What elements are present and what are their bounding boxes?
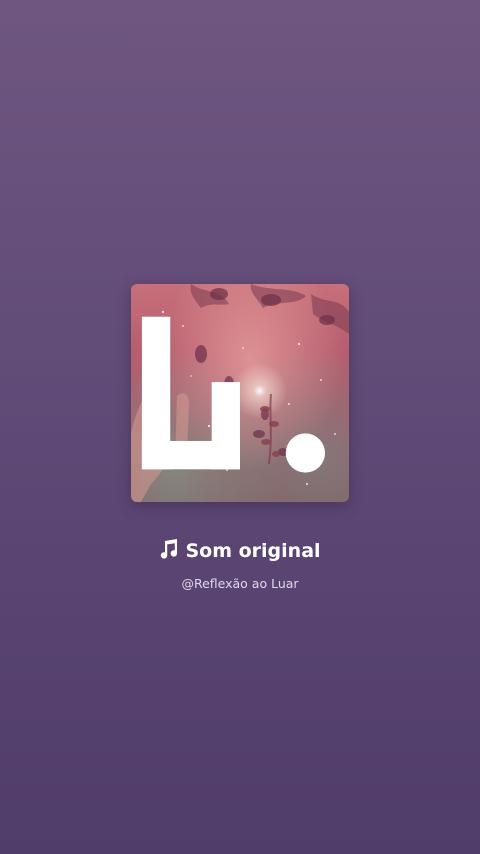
sound-title-row: Som original: [0, 537, 480, 565]
sound-author[interactable]: @Reflexão ao Luar: [0, 575, 480, 593]
brand-logo-icon: [141, 316, 326, 473]
music-note-icon: [161, 539, 178, 559]
cover-artwork: [131, 284, 349, 502]
sound-title: Som original: [185, 540, 321, 562]
album-cover[interactable]: [131, 284, 349, 502]
